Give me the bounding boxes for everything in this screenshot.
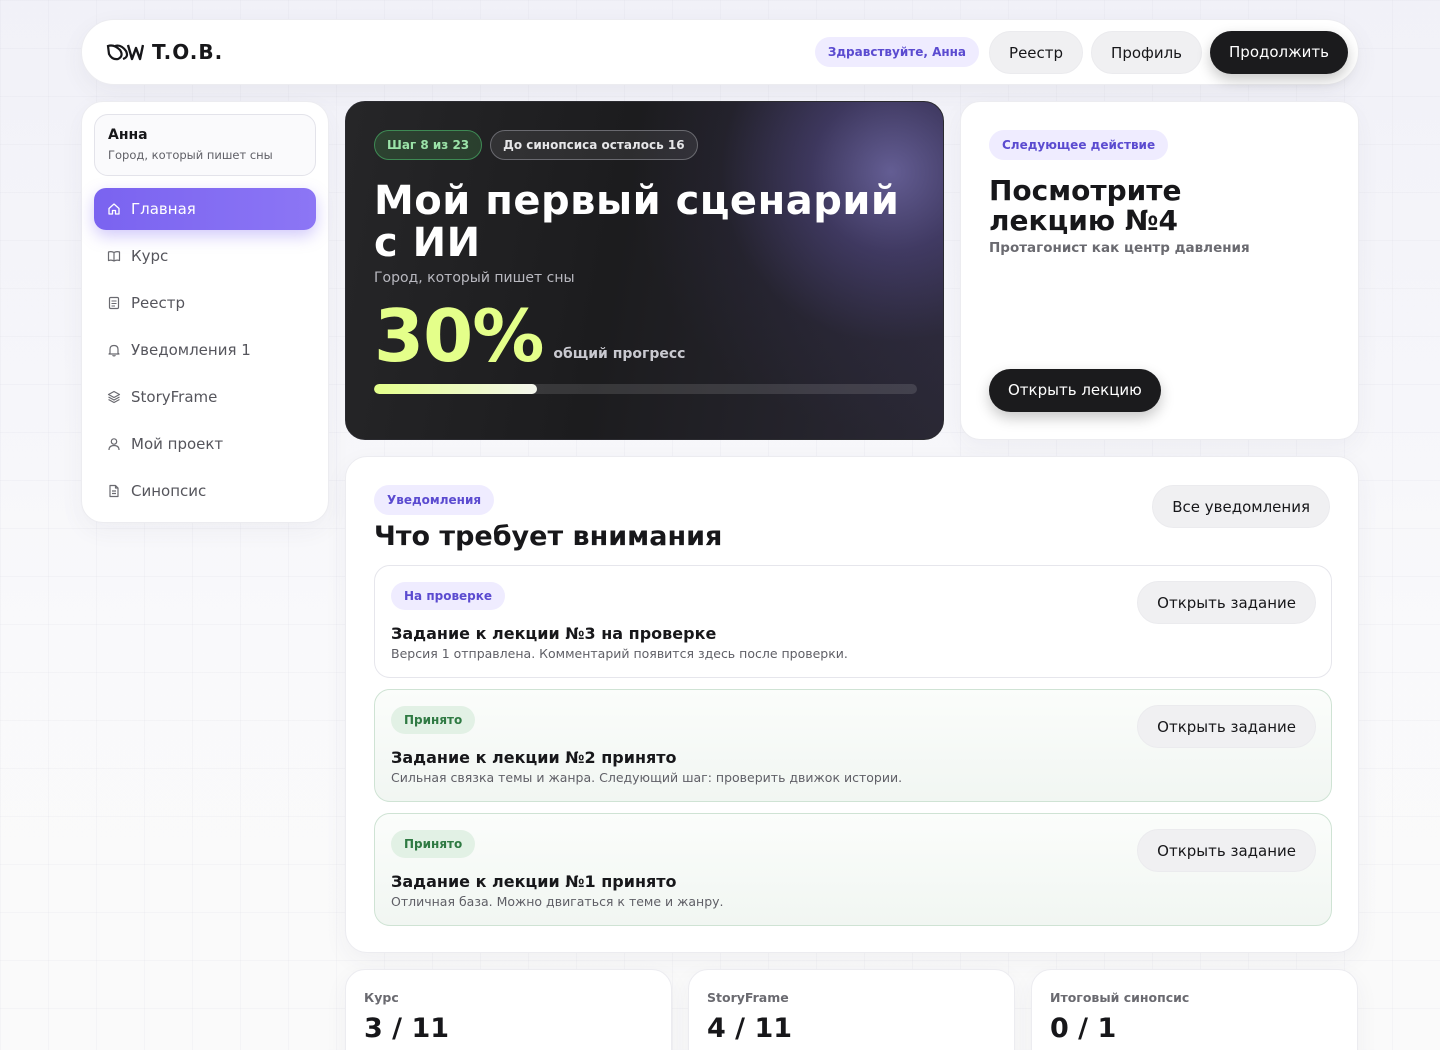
stat-card-course[interactable]: Курс 3 / 11: [345, 969, 672, 1050]
brand-name: T.O.B.: [152, 40, 224, 64]
sidebar-item-my-project[interactable]: Мой проект: [94, 423, 316, 465]
sidebar-item-synopsis[interactable]: Синопсис: [94, 470, 316, 512]
project-subtitle: Город, который пишет сны: [374, 270, 575, 286]
progress-bar-fill: [374, 384, 537, 394]
sidebar-item-registry[interactable]: Реестр: [94, 282, 316, 324]
stat-card-synopsis[interactable]: Итоговый синопсис 0 / 1: [1031, 969, 1358, 1050]
stat-label: Итоговый синопсис: [1050, 990, 1190, 1005]
notification-title: Задание к лекции №3 на проверке: [391, 624, 717, 643]
notification-description: Версия 1 отправлена. Комментарий появитс…: [391, 646, 848, 661]
all-notifications-button[interactable]: Все уведомления: [1152, 485, 1330, 528]
notification-title: Задание к лекции №2 принято: [391, 748, 677, 767]
notification-title: Задание к лекции №1 принято: [391, 872, 677, 891]
sidebar-item-label: Главная: [131, 200, 196, 218]
progress-bar: [374, 384, 917, 394]
sidebar-item-label: Мой проект: [131, 435, 224, 453]
stat-value: 4 / 11: [707, 1013, 793, 1044]
notifications-list: На проверке Задание к лекции №3 на прове…: [374, 565, 1332, 937]
sidebar-item-storyframe[interactable]: StoryFrame: [94, 376, 316, 418]
logo[interactable]: T.O.B.: [106, 40, 223, 64]
stat-value: 3 / 11: [364, 1013, 450, 1044]
notification-description: Отличная база. Можно двигаться к теме и …: [391, 894, 724, 909]
status-badge: На проверке: [391, 582, 506, 610]
sidebar-nav: Главная Курс Реестр Уведомления 1 StoryF…: [94, 188, 316, 512]
next-action-card: Следующее действие Посмотрите лекцию №4 …: [960, 101, 1359, 440]
next-action-title: Посмотрите лекцию №4: [989, 174, 1182, 237]
registry-button[interactable]: Реестр: [989, 30, 1084, 74]
greeting-badge: Здравствуйте, Анна: [814, 37, 980, 67]
next-action-tag: Следующее действие: [989, 130, 1169, 160]
notification-description: Сильная связка темы и жанра. Следующий ш…: [391, 770, 903, 785]
sidebar-item-label: StoryFrame: [131, 388, 218, 406]
top-bar: T.O.B. Здравствуйте, Анна Реестр Профиль…: [81, 19, 1359, 85]
status-badge: Принято: [391, 706, 476, 734]
notifications-tag: Уведомления: [374, 485, 495, 515]
sidebar-item-label: Уведомления 1: [131, 341, 251, 359]
continue-button[interactable]: Продолжить: [1210, 30, 1348, 74]
remaining-chip: До синопсиса осталось 16: [490, 130, 698, 160]
sidebar-item-label: Реестр: [131, 294, 186, 312]
open-task-button[interactable]: Открыть задание: [1137, 829, 1316, 872]
home-icon: [108, 203, 120, 215]
open-lecture-button[interactable]: Открыть лекцию: [989, 369, 1161, 412]
open-task-button[interactable]: Открыть задание: [1137, 581, 1316, 624]
status-badge: Принято: [391, 830, 476, 858]
sidebar-item-label: Курс: [131, 247, 169, 265]
notification-item: На проверке Задание к лекции №3 на прове…: [374, 565, 1332, 678]
file-text-icon: [109, 484, 119, 498]
stat-card-storyframe[interactable]: StoryFrame 4 / 11: [688, 969, 1015, 1050]
sidebar-item-home[interactable]: Главная: [94, 188, 316, 230]
open-task-button[interactable]: Открыть задание: [1137, 705, 1316, 748]
course-title: Мой первый сценарий с ИИ: [374, 178, 900, 266]
progress-percent: 30%: [374, 294, 544, 378]
notifications-panel: Уведомления Что требует внимания Все уве…: [345, 456, 1359, 953]
progress-label: общий прогресс: [553, 346, 686, 362]
user-card[interactable]: Анна Город, который пишет сны: [94, 114, 316, 176]
notification-item: Принято Задание к лекции №1 принято Отли…: [374, 813, 1332, 926]
user-icon: [108, 438, 120, 451]
logo-mark-icon: [106, 44, 144, 61]
step-chip: Шаг 8 из 23: [374, 130, 483, 160]
stat-label: StoryFrame: [707, 990, 789, 1005]
profile-button[interactable]: Профиль: [1091, 30, 1203, 74]
sidebar-item-label: Синопсис: [131, 482, 207, 500]
book-icon: [107, 251, 121, 262]
sidebar-item-notifications[interactable]: Уведомления 1: [94, 329, 316, 371]
stat-label: Курс: [364, 990, 399, 1005]
document-icon: [108, 296, 120, 310]
bell-icon: [108, 344, 120, 357]
layers-icon: [107, 390, 121, 404]
stat-value: 0 / 1: [1050, 1013, 1117, 1044]
progress-hero-card: Шаг 8 из 23 До синопсиса осталось 16 Мой…: [345, 101, 944, 440]
next-action-subtitle: Протагонист как центр давления: [989, 240, 1250, 256]
sidebar: Анна Город, который пишет сны Главная Ку…: [81, 101, 329, 523]
sidebar-item-course[interactable]: Курс: [94, 235, 316, 277]
project-name: Город, который пишет сны: [108, 148, 273, 162]
user-name: Анна: [108, 127, 148, 143]
notification-item: Принято Задание к лекции №2 принято Силь…: [374, 689, 1332, 802]
